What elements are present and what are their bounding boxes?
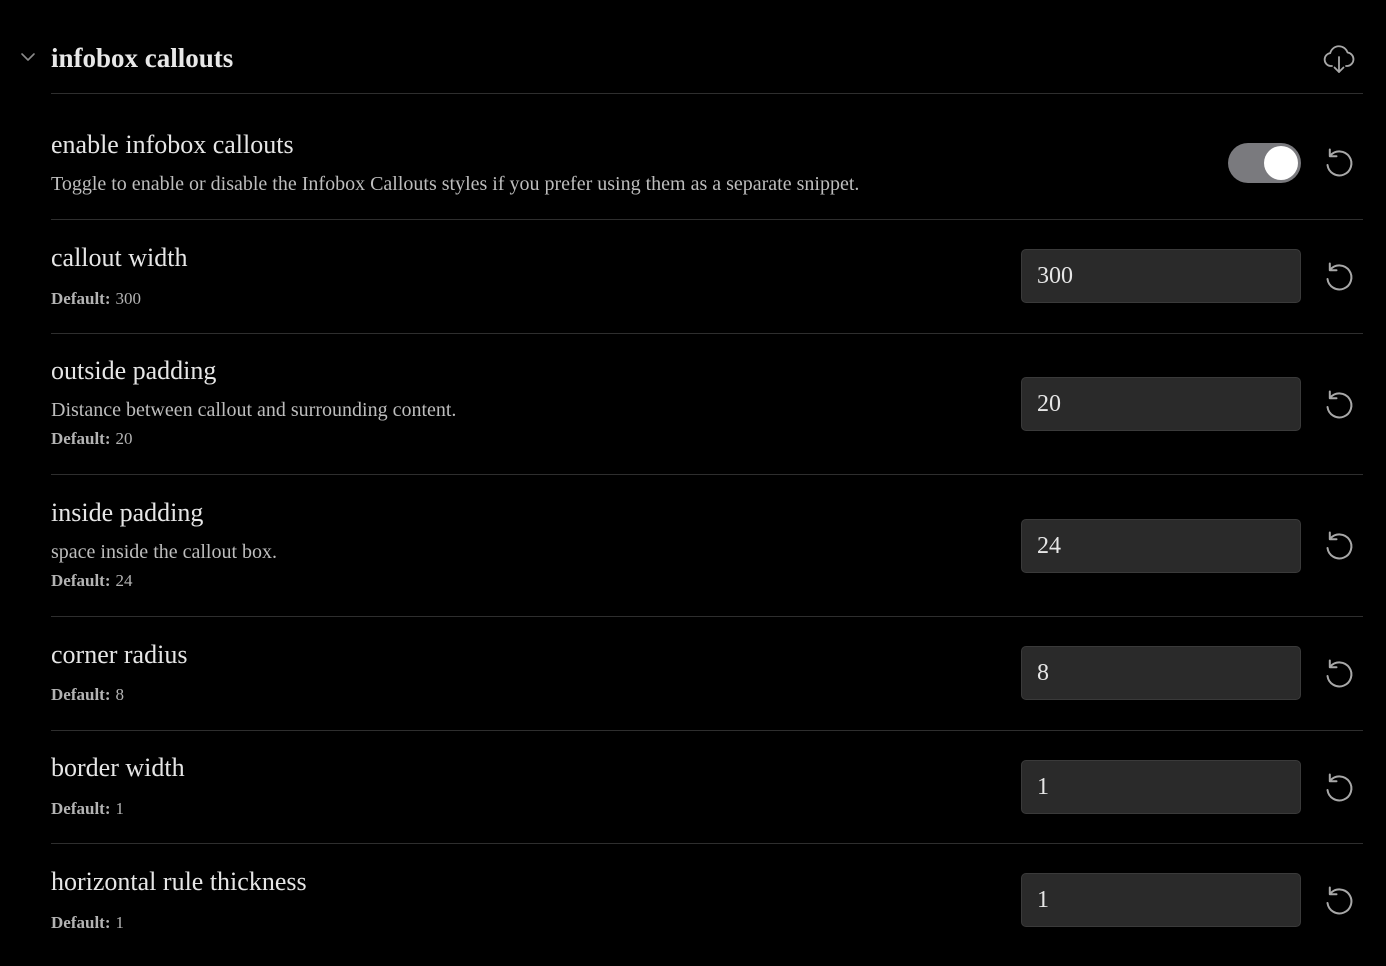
default-value: 300 xyxy=(115,289,141,308)
reset-icon[interactable] xyxy=(1323,884,1355,916)
setting-description: space inside the callout box. xyxy=(51,541,278,563)
setting-name: corner radius xyxy=(51,640,188,669)
reset-icon[interactable] xyxy=(1323,388,1355,420)
cloud-download-icon[interactable] xyxy=(1322,42,1356,76)
setting-name: inside padding xyxy=(51,498,204,527)
callout-width-input[interactable] xyxy=(1021,249,1301,303)
setting-horizontal-rule-thickness: horizontal rule thickness Default: 1 xyxy=(51,844,1363,966)
enable-toggle[interactable] xyxy=(1228,143,1301,183)
setting-name: horizontal rule thickness xyxy=(51,867,307,896)
setting-default: Default: 24 xyxy=(51,570,132,592)
setting-callout-width: callout width Default: 300 xyxy=(51,220,1363,334)
default-label: Default: xyxy=(51,913,111,932)
inside-padding-input[interactable] xyxy=(1021,519,1301,573)
reset-icon[interactable] xyxy=(1323,146,1355,178)
setting-default: Default: 8 xyxy=(51,684,124,706)
default-label: Default: xyxy=(51,685,111,704)
setting-name: callout width xyxy=(51,243,188,272)
setting-default: Default: 300 xyxy=(51,288,141,310)
chevron-down-icon[interactable] xyxy=(19,50,37,64)
default-value: 20 xyxy=(115,429,133,448)
setting-enable-infobox-callouts: enable infobox callouts Toggle to enable… xyxy=(51,94,1363,220)
settings-page: infobox callouts enable infobox callouts… xyxy=(0,0,1386,966)
section-header[interactable]: infobox callouts xyxy=(0,0,1386,94)
default-label: Default: xyxy=(51,289,111,308)
setting-description: Distance between callout and surrounding… xyxy=(51,399,457,421)
setting-inside-padding: inside padding space inside the callout … xyxy=(51,475,1363,617)
default-value: 24 xyxy=(115,571,133,590)
setting-border-width: border width Default: 1 xyxy=(51,731,1363,844)
reset-icon[interactable] xyxy=(1323,529,1355,561)
setting-name: border width xyxy=(51,753,185,782)
default-label: Default: xyxy=(51,571,111,590)
border-width-input[interactable] xyxy=(1021,760,1301,814)
default-label: Default: xyxy=(51,799,111,818)
default-value: 1 xyxy=(115,799,124,818)
outside-padding-input[interactable] xyxy=(1021,377,1301,431)
default-label: Default: xyxy=(51,429,111,448)
default-value: 8 xyxy=(115,685,124,704)
toggle-knob xyxy=(1264,146,1298,180)
section-title: infobox callouts xyxy=(51,43,234,73)
setting-name: enable infobox callouts xyxy=(51,130,294,159)
setting-default: Default: 20 xyxy=(51,428,132,450)
setting-default: Default: 1 xyxy=(51,912,124,934)
setting-default: Default: 1 xyxy=(51,798,124,820)
default-value: 1 xyxy=(115,913,124,932)
setting-outside-padding: outside padding Distance between callout… xyxy=(51,334,1363,475)
setting-name: outside padding xyxy=(51,356,217,385)
corner-radius-input[interactable] xyxy=(1021,646,1301,700)
setting-corner-radius: corner radius Default: 8 xyxy=(51,617,1363,731)
setting-description: Toggle to enable or disable the Infobox … xyxy=(51,173,860,195)
horizontal-rule-thickness-input[interactable] xyxy=(1021,873,1301,927)
reset-icon[interactable] xyxy=(1323,657,1355,689)
reset-icon[interactable] xyxy=(1323,260,1355,292)
reset-icon[interactable] xyxy=(1323,771,1355,803)
